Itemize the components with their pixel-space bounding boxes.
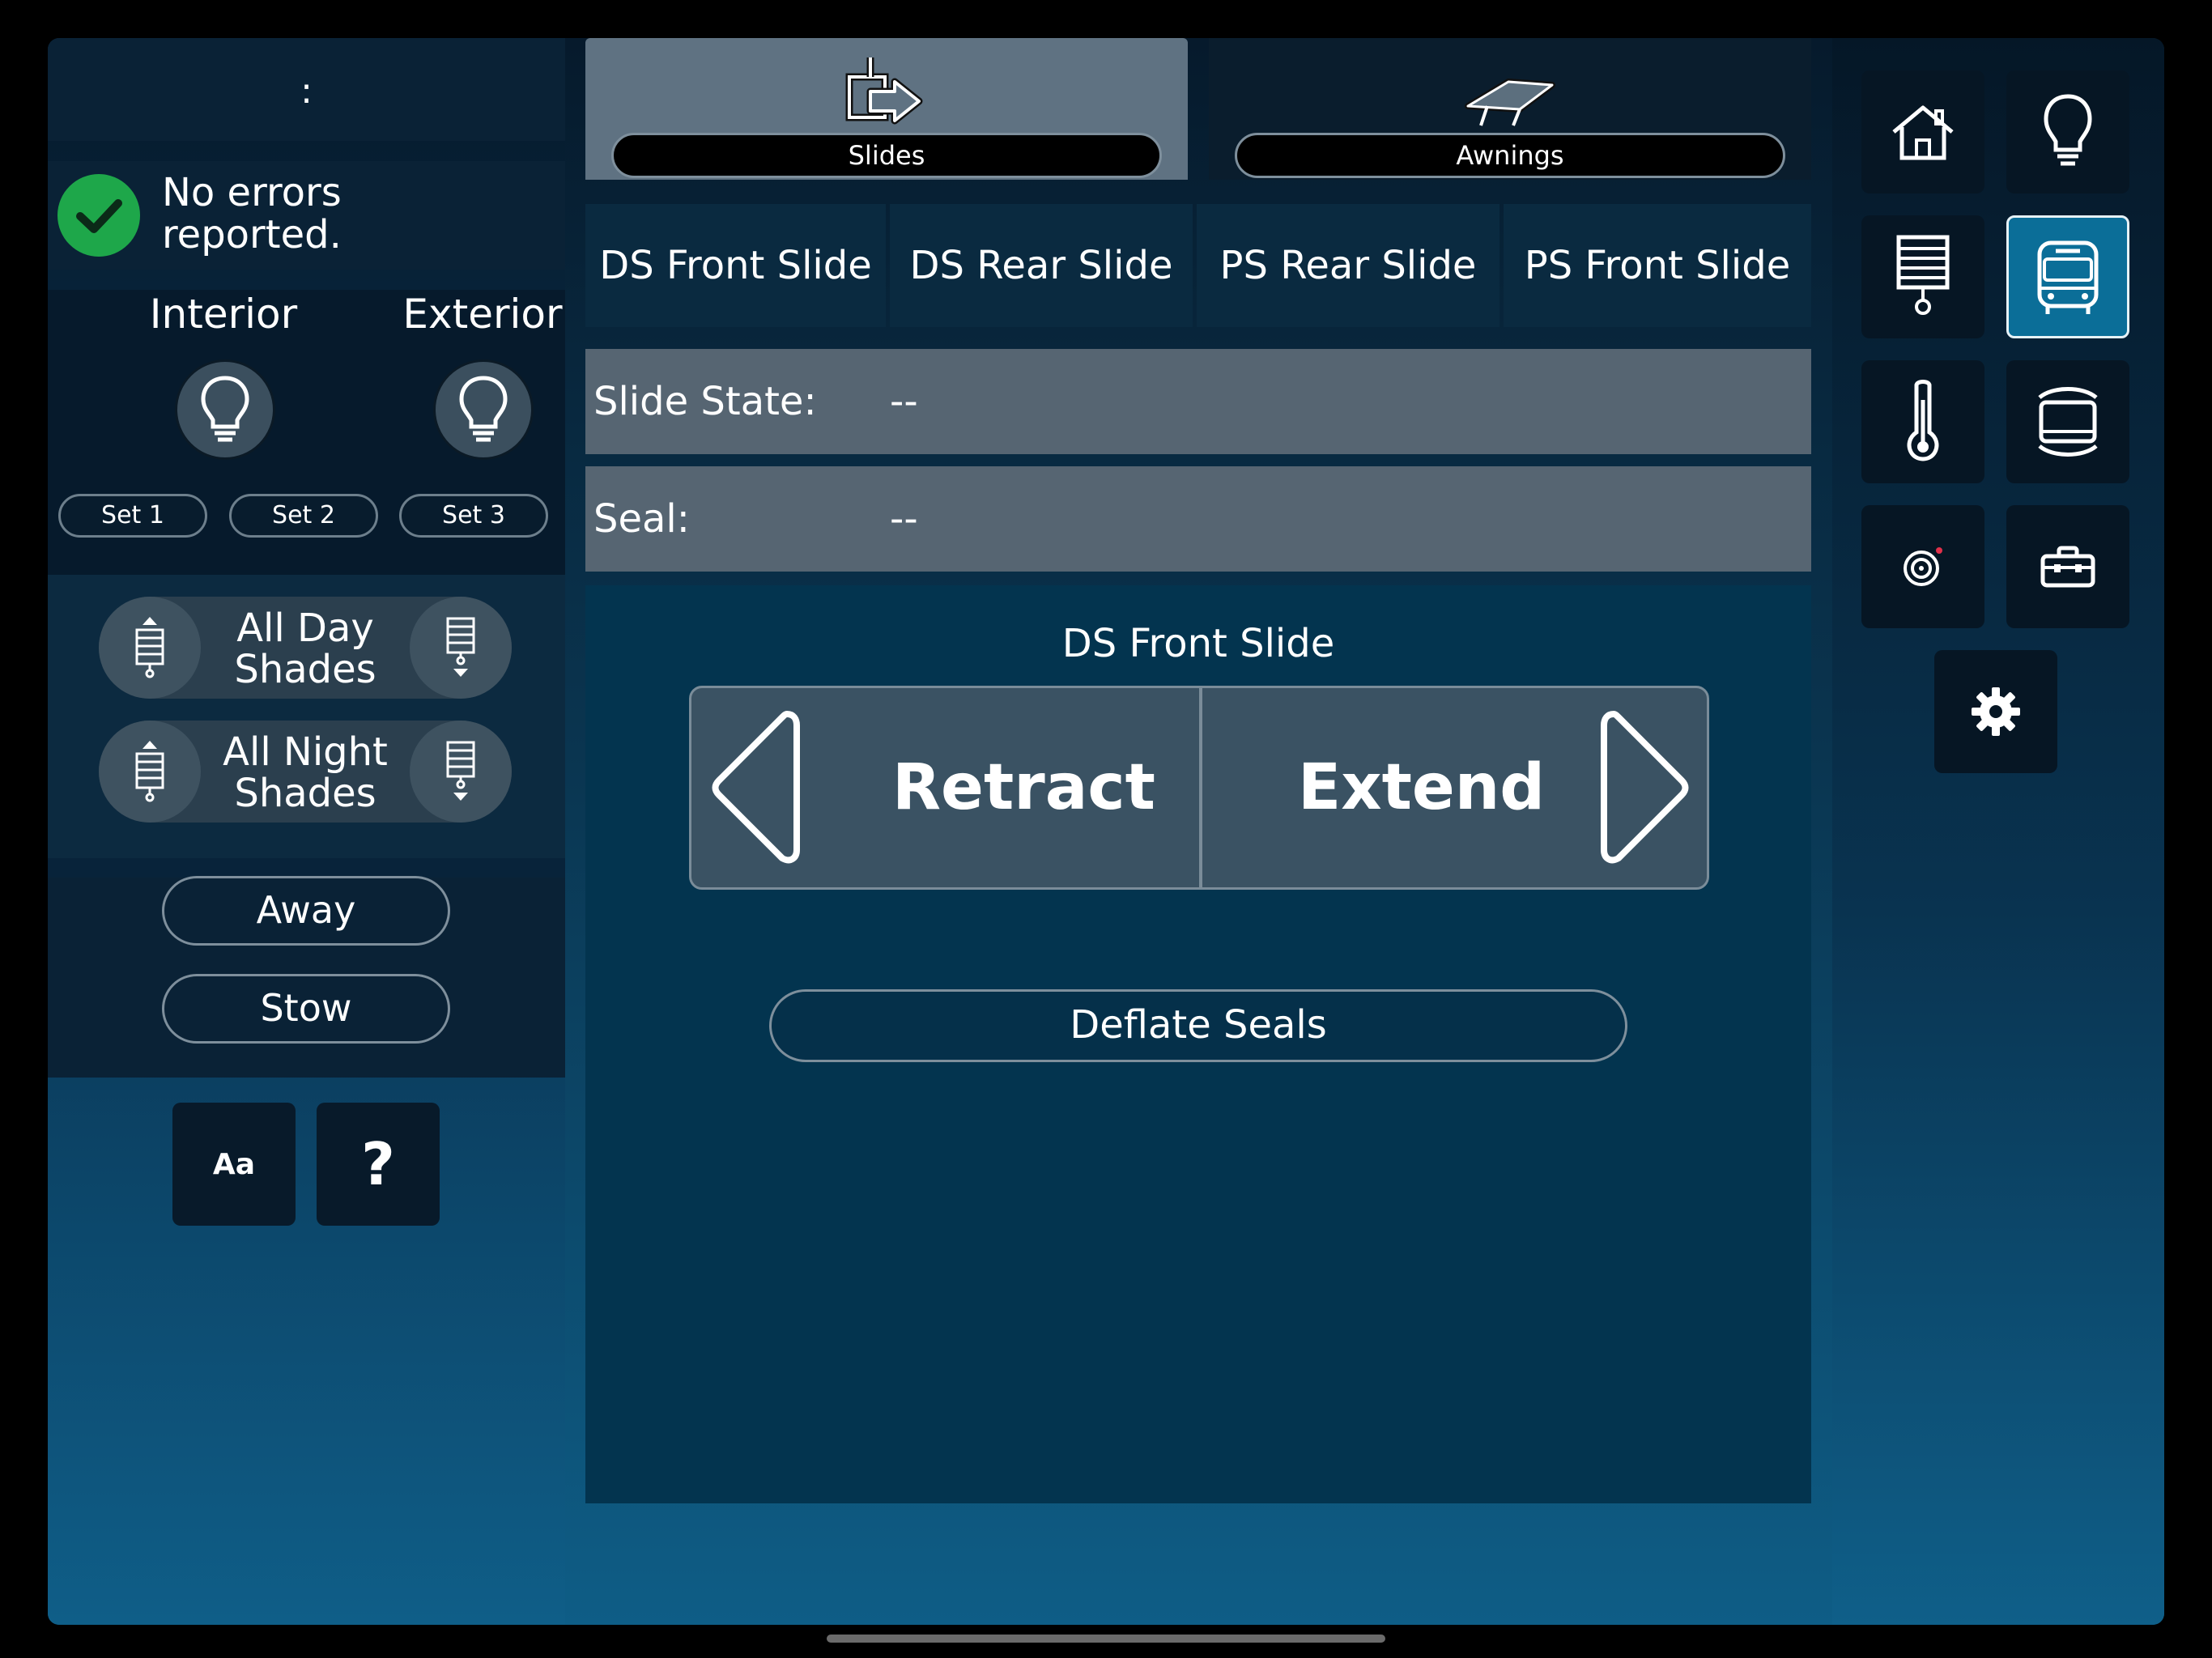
nav-tanks[interactable] [2006,360,2129,483]
retract-label: Retract [892,751,1155,824]
slide-control-panel: DS Front Slide Retract Extend Deflate Se… [585,585,1811,1503]
slide-state-label: Slide State: [593,379,817,424]
tab-awnings-label: Awnings [1235,133,1785,178]
coach-icon [2037,240,2099,314]
check-icon [57,174,140,257]
shade-down-icon [446,741,475,801]
shade-down-icon [446,617,475,677]
stow-button[interactable]: Stow [162,974,450,1044]
tab-awnings[interactable]: Awnings [1209,38,1811,180]
status-header: : [48,38,565,141]
dial-icon [1904,547,1942,586]
font-size-button[interactable]: Aa [172,1103,296,1226]
arrow-left-icon [712,711,800,864]
nav-monitor[interactable] [1861,505,1984,628]
all-day-shades-control: All Day Shades [99,597,512,699]
tab-ds-rear-slide[interactable]: DS Rear Slide [890,204,1193,327]
set-3-button[interactable]: Set 3 [399,494,548,538]
screen: : No errors reported. Interior Exterior … [48,38,2164,1625]
extend-button[interactable]: Extend [1202,688,1707,887]
day-label-line-1: All Day [236,606,374,651]
nav-climate[interactable] [1861,360,1984,483]
set-1-button[interactable]: Set 1 [58,494,207,538]
divider [48,858,565,878]
slide-state-value: -- [890,379,918,424]
night-shades-up-button[interactable] [99,721,201,823]
tab-slides[interactable]: Slides [585,38,1188,180]
lightbulb-icon [459,376,508,442]
set-2-button[interactable]: Set 2 [229,494,378,538]
nav-home[interactable] [1861,70,1984,193]
day-shades-down-button[interactable] [410,597,512,699]
right-nav [1832,38,2164,1625]
control-title: DS Front Slide [1061,621,1335,666]
exterior-label: Exterior [402,291,563,338]
all-night-shades-control: All Night Shades [99,721,512,823]
tab-ps-front-slide[interactable]: PS Front Slide [1504,204,1811,327]
gear-icon [1972,687,2020,736]
status-line-2: reported. [162,212,342,257]
status-colon: : [300,70,313,112]
all-night-shades-label: All Night Shades [201,732,410,814]
night-label-line-2: Shades [234,771,376,816]
slide-state-row: Slide State: -- [585,349,1811,454]
nav-slides[interactable] [2006,215,2129,338]
thermometer-icon [1907,380,1939,461]
lightbulb-icon [201,376,249,442]
tank-icon [2038,387,2098,457]
tab-ds-front-slide[interactable]: DS Front Slide [585,204,886,327]
interior-label: Interior [149,291,298,338]
nav-settings[interactable] [1934,650,2057,773]
seal-label: Seal: [593,496,690,542]
extend-label: Extend [1298,751,1546,824]
arrow-right-icon [1601,711,1689,864]
shade-icon [1896,235,1950,315]
status-message: No errors reported. [162,172,342,256]
retract-button[interactable]: Retract [691,688,1199,887]
tab-slides-label: Slides [611,133,1162,178]
awning-icon [1465,79,1555,126]
seal-row: Seal: -- [585,466,1811,572]
interior-light-button[interactable] [175,359,275,460]
toolbox-icon [2040,546,2095,588]
seal-value: -- [890,496,918,542]
retract-extend-control: Retract Extend [689,686,1709,890]
night-shades-down-button[interactable] [410,721,512,823]
tab-ps-rear-slide[interactable]: PS Rear Slide [1197,204,1499,327]
home-indicator[interactable] [827,1635,1385,1643]
divider [48,575,565,594]
home-icon [1892,105,1954,160]
status-line-1: No errors [162,170,342,215]
shade-up-icon [135,617,164,678]
day-label-line-2: Shades [234,647,376,692]
all-day-shades-label: All Day Shades [201,608,410,691]
shade-up-icon [135,741,164,802]
nav-shades[interactable] [1861,215,1984,338]
day-shades-up-button[interactable] [99,597,201,699]
nav-lights[interactable] [2006,70,2129,193]
deflate-seals-button[interactable]: Deflate Seals [769,989,1627,1062]
night-label-line-1: All Night [223,729,388,775]
exterior-light-button[interactable] [433,359,534,460]
lightbulb-icon [2044,94,2092,166]
nav-tools[interactable] [2006,505,2129,628]
help-button[interactable]: ? [317,1103,440,1226]
left-panel: : No errors reported. Interior Exterior … [48,38,565,1625]
slide-icon [845,57,923,125]
away-button[interactable]: Away [162,876,450,946]
